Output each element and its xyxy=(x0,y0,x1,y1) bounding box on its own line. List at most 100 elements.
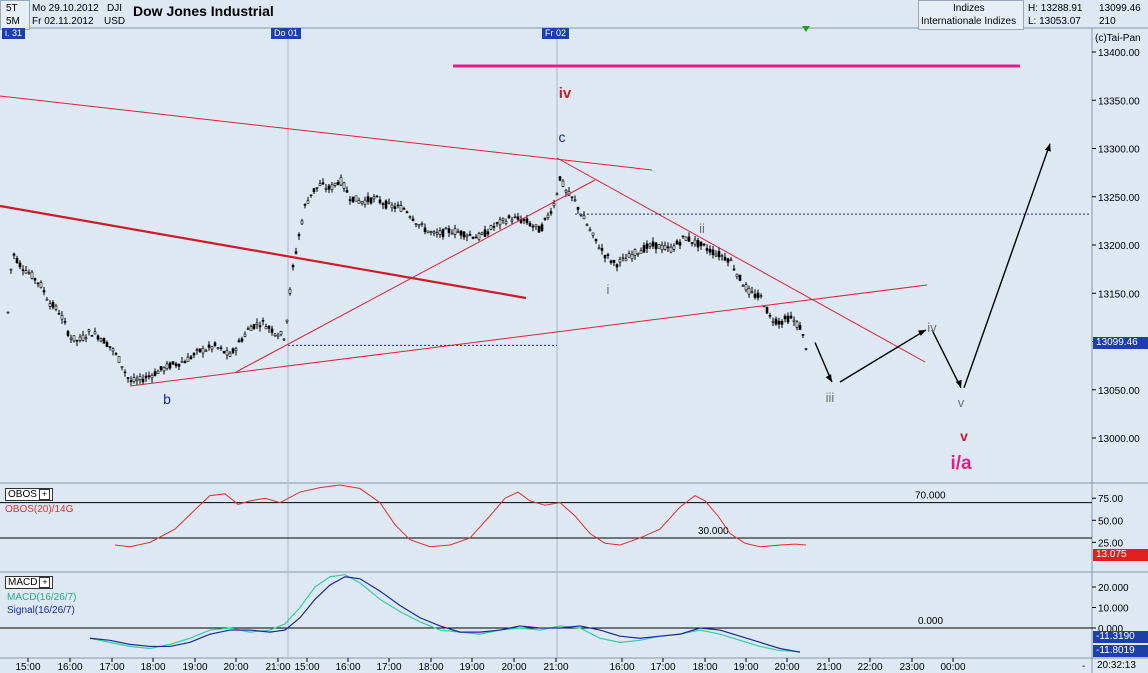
candle-body xyxy=(694,240,696,244)
wave-label-iv: iv xyxy=(927,320,937,335)
obos-level-70-label: 70.000 xyxy=(915,491,946,502)
candle-body xyxy=(742,286,744,287)
candle-body xyxy=(670,247,672,252)
obos-level-30-label: 30.000 xyxy=(698,526,729,537)
candle-body xyxy=(259,326,261,327)
candle-body xyxy=(733,269,735,270)
candle-body xyxy=(340,177,342,185)
candle-body xyxy=(217,348,219,349)
x-tick-label: 21:00 xyxy=(265,662,290,673)
x-tick-label: 19:00 xyxy=(459,662,484,673)
candle-body xyxy=(673,246,675,249)
candle-body xyxy=(226,351,228,355)
candle-body xyxy=(289,289,291,293)
candle-body xyxy=(73,336,75,341)
candle-body xyxy=(628,254,630,258)
category: Indizes xyxy=(953,2,985,15)
candle-body xyxy=(613,260,615,262)
x-tick-label: 00:00 xyxy=(940,662,965,673)
candle-body xyxy=(397,205,399,206)
scroll-minus-icon: - xyxy=(1082,661,1085,672)
chart-title: Dow Jones Industrial xyxy=(133,3,274,19)
x-tick-label: 16:00 xyxy=(335,662,360,673)
candle-body xyxy=(709,249,711,252)
plus-icon[interactable]: + xyxy=(39,489,50,500)
candle-body xyxy=(529,223,531,226)
candle-body xyxy=(403,208,405,209)
candle-body xyxy=(367,197,369,202)
candle-body xyxy=(772,321,774,322)
x-tick-label: 23:00 xyxy=(899,662,924,673)
candle-body xyxy=(346,191,348,193)
candle-body xyxy=(595,239,597,241)
candle-body xyxy=(601,248,603,250)
wave-label-v: v xyxy=(958,395,965,410)
x-tick-label: 18:00 xyxy=(140,662,165,673)
candle-body xyxy=(304,204,306,205)
obos-tick-label: 25.00 xyxy=(1098,538,1123,549)
candle-body xyxy=(109,346,111,347)
candle-body xyxy=(196,350,198,351)
candle-body xyxy=(604,255,606,258)
candle-body xyxy=(163,367,165,371)
obos-toggle-button[interactable]: OBOS+ xyxy=(5,488,53,501)
candle-body xyxy=(373,197,375,199)
candle-body xyxy=(34,278,36,280)
x-tick-label: 21:00 xyxy=(816,662,841,673)
candle-body xyxy=(796,322,798,328)
candle-body xyxy=(100,339,102,341)
candle-body xyxy=(760,296,762,297)
candle-body xyxy=(442,229,444,237)
candle-body xyxy=(376,196,378,197)
candle-body xyxy=(247,329,249,330)
candle-body xyxy=(151,375,153,377)
wave-label-iv-major: iv xyxy=(559,85,572,102)
candle-body xyxy=(283,339,285,340)
candle-body xyxy=(292,265,294,267)
candle-body xyxy=(802,334,804,335)
main-panel-bg xyxy=(0,28,1092,483)
candle-body xyxy=(565,190,567,192)
candle-body xyxy=(10,269,12,270)
y-tick-label: 13400.00 xyxy=(1098,48,1140,59)
plus-icon[interactable]: + xyxy=(39,577,50,588)
candle-body xyxy=(460,231,462,235)
candle-body xyxy=(703,244,705,245)
candle-body xyxy=(472,237,474,238)
candle-body xyxy=(412,219,414,221)
candle-body xyxy=(388,202,390,203)
candle-body xyxy=(94,332,96,334)
candle-body xyxy=(49,304,51,307)
candle-body xyxy=(136,379,138,381)
wave-label-ii: ii xyxy=(699,221,705,236)
candle-body xyxy=(202,348,204,353)
candle-body xyxy=(556,194,558,195)
candle-body xyxy=(121,367,123,368)
candle-body xyxy=(634,249,636,255)
wave-label-c: c xyxy=(559,129,566,145)
timeframe-5t[interactable]: 5T xyxy=(6,2,18,15)
obos-tick-label: 75.00 xyxy=(1098,494,1123,505)
candle-body xyxy=(679,242,681,245)
candle-body xyxy=(439,231,441,235)
candle-body xyxy=(667,247,669,248)
candle-body xyxy=(28,273,30,274)
candle-body xyxy=(319,184,321,186)
candle-body xyxy=(142,379,144,382)
candle-body xyxy=(586,224,588,225)
x-tick-label: 20:00 xyxy=(501,662,526,673)
candle-body xyxy=(307,201,309,204)
macd-toggle-button[interactable]: MACD+ xyxy=(5,576,53,589)
signal-line xyxy=(90,577,800,652)
x-tick-label: 18:00 xyxy=(692,662,717,673)
candle-body xyxy=(241,339,243,341)
candle-body xyxy=(46,299,48,300)
timeframe-5m[interactable]: 5M xyxy=(6,15,20,28)
candle-body xyxy=(757,293,759,298)
candle-body xyxy=(97,336,99,339)
candle-body xyxy=(244,334,246,336)
currency: USD xyxy=(104,15,125,28)
candle-body xyxy=(685,237,687,240)
date-from: Mo 29.10.2012 xyxy=(32,2,99,15)
candle-body xyxy=(334,183,336,185)
